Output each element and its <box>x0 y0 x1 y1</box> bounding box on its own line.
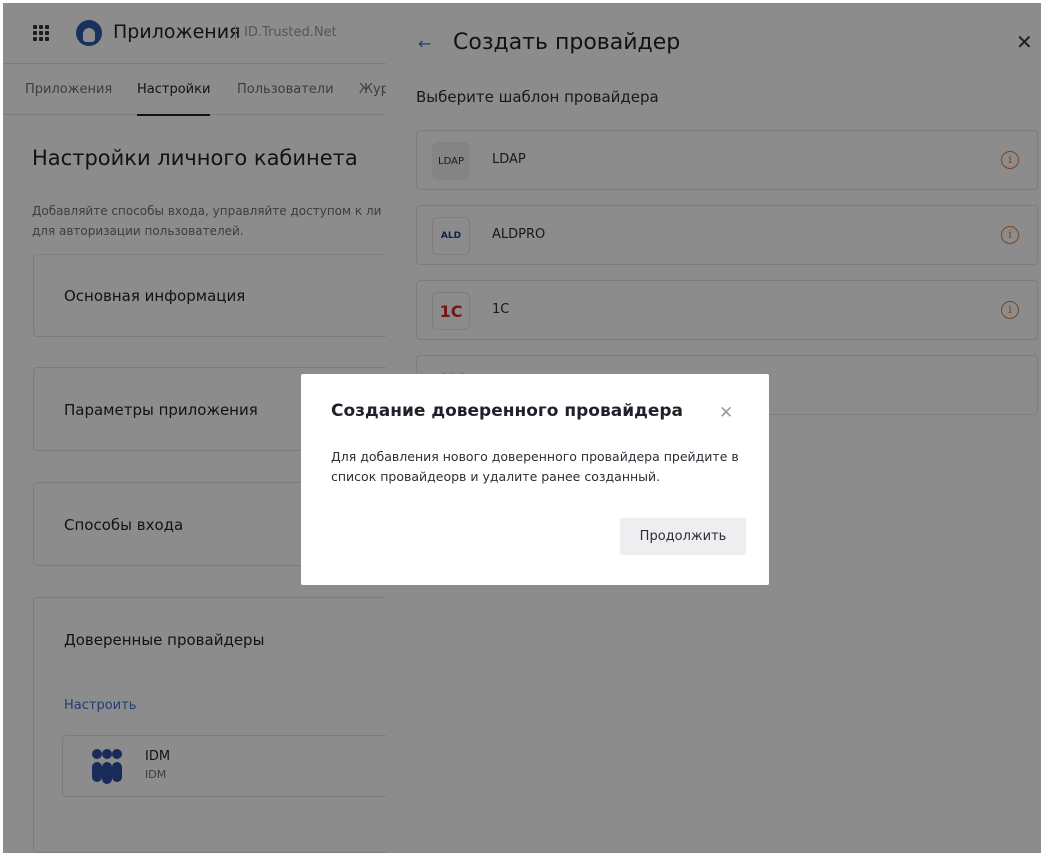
modal-message: Для добавления нового доверенного провай… <box>331 449 739 484</box>
continue-button[interactable]: Продолжить <box>620 518 746 555</box>
trusted-provider-modal: Создание доверенного провайдера ✕ Для до… <box>301 374 769 585</box>
modal-title: Создание доверенного провайдера <box>331 401 684 421</box>
modal-close-icon[interactable]: ✕ <box>719 405 733 422</box>
